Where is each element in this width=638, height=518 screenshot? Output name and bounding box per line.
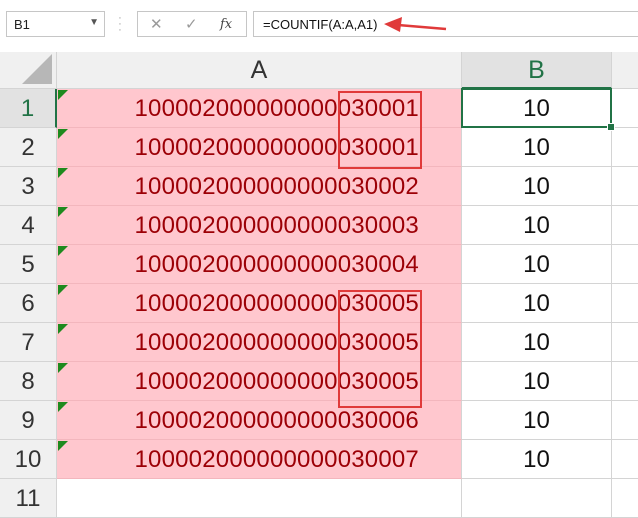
row-header[interactable]: 1 xyxy=(0,89,57,128)
row-header[interactable]: 9 xyxy=(0,401,57,440)
row-header[interactable]: 10 xyxy=(0,440,57,479)
column-header-a[interactable]: A xyxy=(57,52,462,89)
row-header[interactable]: 4 xyxy=(0,206,57,245)
row-header[interactable]: 11 xyxy=(0,479,57,518)
row-header[interactable]: 6 xyxy=(0,284,57,323)
cell-a-value: 100002000000000030005 xyxy=(134,329,419,356)
cell-a-value: 100002000000000030004 xyxy=(134,251,419,278)
cell-a[interactable]: 100002000000000030004 xyxy=(57,245,462,284)
table-row: 2 100002000000000030001 10 xyxy=(0,128,638,167)
cell-a[interactable]: 100002000000000030006 xyxy=(57,401,462,440)
cell-a-value: 100002000000000030003 xyxy=(134,212,419,239)
enter-icon[interactable]: ✓ xyxy=(185,15,198,33)
name-box-value: B1 xyxy=(14,17,30,32)
column-header-c[interactable] xyxy=(612,52,638,89)
cell-c[interactable] xyxy=(612,362,638,401)
table-row: 3 100002000000000030002 10 xyxy=(0,167,638,206)
cell-b[interactable]: 10 xyxy=(462,284,612,323)
cell-c[interactable] xyxy=(612,89,638,128)
cell-a-value: 100002000000000030006 xyxy=(134,407,419,434)
table-row: 4 100002000000000030003 10 xyxy=(0,206,638,245)
formula-text: =COUNTIF(A:A,A1) xyxy=(263,17,378,32)
cell-b[interactable]: 10 xyxy=(462,440,612,479)
error-indicator-icon xyxy=(58,441,68,451)
insert-function-icon[interactable]: fx xyxy=(220,17,232,32)
error-indicator-icon xyxy=(58,129,68,139)
cell-b[interactable]: 10 xyxy=(462,89,612,128)
cell-b[interactable]: 10 xyxy=(462,128,612,167)
cancel-icon[interactable]: ✕ xyxy=(150,15,163,33)
cell-a-value: 100002000000000030005 xyxy=(134,368,419,395)
cell-a[interactable]: 100002000000000030001 xyxy=(57,128,462,167)
error-indicator-icon xyxy=(58,363,68,373)
row-header[interactable]: 3 xyxy=(0,167,57,206)
formula-buttons: ✕ ✓ fx xyxy=(137,11,247,37)
drag-handle-icon[interactable]: · · · xyxy=(118,13,122,36)
select-all-button[interactable] xyxy=(0,52,57,89)
table-row: 5 100002000000000030004 10 xyxy=(0,245,638,284)
cell-a[interactable]: 100002000000000030001 xyxy=(57,89,462,128)
cell-a[interactable]: 100002000000000030003 xyxy=(57,206,462,245)
table-row: 10 100002000000000030007 10 xyxy=(0,440,638,479)
cell-a[interactable]: 100002000000000030002 xyxy=(57,167,462,206)
error-indicator-icon xyxy=(58,207,68,217)
cell-c[interactable] xyxy=(612,323,638,362)
name-box[interactable]: B1 ▼ xyxy=(6,11,105,37)
row-header[interactable]: 8 xyxy=(0,362,57,401)
cell-a-value: 100002000000000030002 xyxy=(134,173,419,200)
row-header[interactable]: 5 xyxy=(0,245,57,284)
cell-a[interactable]: 100002000000000030005 xyxy=(57,362,462,401)
cell-c[interactable] xyxy=(612,440,638,479)
cell-c[interactable] xyxy=(612,479,638,518)
cell-b[interactable]: 10 xyxy=(462,401,612,440)
red-arrow-icon xyxy=(384,17,447,32)
cell-c[interactable] xyxy=(612,128,638,167)
cell-c[interactable] xyxy=(612,284,638,323)
chevron-down-icon[interactable]: ▼ xyxy=(89,17,99,28)
cell-c[interactable] xyxy=(612,206,638,245)
table-row: 6 100002000000000030005 10 xyxy=(0,284,638,323)
cell-b[interactable] xyxy=(462,479,612,518)
cell-a[interactable] xyxy=(57,479,462,518)
cell-b[interactable]: 10 xyxy=(462,323,612,362)
error-indicator-icon xyxy=(58,285,68,295)
table-row: 7 100002000000000030005 10 xyxy=(0,323,638,362)
cell-a[interactable]: 100002000000000030005 xyxy=(57,284,462,323)
cell-a-value: 100002000000000030007 xyxy=(134,446,419,473)
error-indicator-icon xyxy=(58,168,68,178)
cell-b[interactable]: 10 xyxy=(462,206,612,245)
error-indicator-icon xyxy=(58,402,68,412)
row-header[interactable]: 7 xyxy=(0,323,57,362)
cell-a-value: 100002000000000030001 xyxy=(134,134,419,161)
cell-b[interactable]: 10 xyxy=(462,362,612,401)
cell-a-value: 100002000000000030005 xyxy=(134,290,419,317)
spreadsheet-grid: A B 1 100002000000000030001 10 2 1000020… xyxy=(0,52,638,518)
table-row: 8 100002000000000030005 10 xyxy=(0,362,638,401)
table-row: 1 100002000000000030001 10 xyxy=(0,89,638,128)
cell-c[interactable] xyxy=(612,245,638,284)
cell-b[interactable]: 10 xyxy=(462,245,612,284)
cell-a[interactable]: 100002000000000030005 xyxy=(57,323,462,362)
cell-c[interactable] xyxy=(612,401,638,440)
table-row: 9 100002000000000030006 10 xyxy=(0,401,638,440)
table-row: 11 xyxy=(0,479,638,518)
cell-a-value: 100002000000000030001 xyxy=(134,95,419,122)
cell-c[interactable] xyxy=(612,167,638,206)
cell-a[interactable]: 100002000000000030007 xyxy=(57,440,462,479)
error-indicator-icon xyxy=(58,246,68,256)
error-indicator-icon xyxy=(58,90,68,100)
column-header-b[interactable]: B xyxy=(462,52,612,89)
row-header[interactable]: 2 xyxy=(0,128,57,167)
cell-b[interactable]: 10 xyxy=(462,167,612,206)
formula-bar: B1 ▼ · · · ✕ ✓ fx =COUNTIF(A:A,A1) xyxy=(0,0,638,53)
error-indicator-icon xyxy=(58,324,68,334)
